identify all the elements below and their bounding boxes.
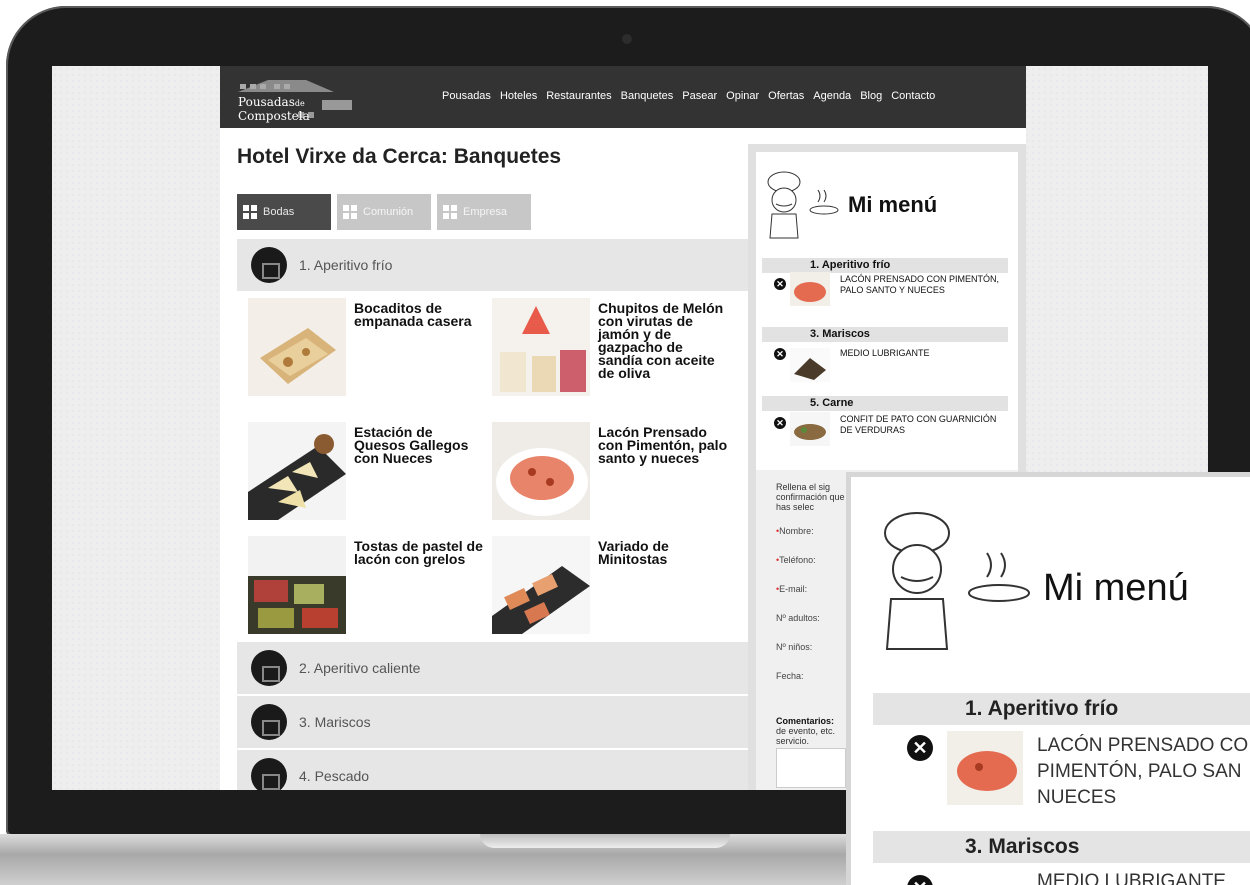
logo-text: Pousadasde Compostela — [238, 95, 310, 123]
page-title: Hotel Virxe da Cerca: Banquetes — [237, 145, 562, 168]
dish-name: Estación de Quesos Gallegos con Nueces — [354, 424, 469, 466]
grid-icon — [343, 205, 357, 219]
dish-name: Bocaditos de empanada casera — [354, 300, 472, 329]
dish-card[interactable]: Bocaditos de empanada casera — [248, 298, 488, 398]
section-mariscos[interactable]: 3. Mariscos — [237, 696, 762, 748]
comments-label: Comentarios: de evento, etc. servicio. — [776, 716, 836, 746]
nav-blog[interactable]: Blog — [860, 90, 882, 102]
section-pescado[interactable]: 4. Pescado — [237, 750, 762, 790]
adults-label: Nº adultos: — [776, 613, 820, 623]
menu-item-photo — [947, 731, 1023, 805]
dish-card[interactable]: Estación de Quesos Gallegos con Nueces — [248, 422, 488, 522]
dish-card[interactable]: Chupitos de Melón con virutas de jamón y… — [492, 298, 732, 398]
dish-photo — [492, 298, 590, 396]
dish-photo — [248, 536, 346, 634]
dish-name: Chupitos de Melón con virutas de jamón y… — [598, 300, 724, 381]
form-intro: Rellena el sig confirmación que has sele… — [776, 482, 845, 512]
tab-empresa[interactable]: Empresa — [437, 194, 531, 230]
zoom-category: 1. Aperitivo frío — [873, 693, 1250, 725]
nav-pasear[interactable]: Pasear — [682, 90, 717, 102]
menu-item-photo — [790, 272, 830, 306]
menu-item-name: CONFIT DE PATO CON GUARNICIÓN DE VERDURA… — [840, 414, 997, 435]
hotel-icon — [251, 758, 287, 790]
phone-label: •Teléfono: — [776, 555, 816, 565]
remove-icon[interactable]: ✕ — [907, 735, 933, 761]
section-aperitivo-frio[interactable]: 1. Aperitivo frío — [237, 239, 762, 291]
tab-bodas[interactable]: Bodas — [237, 194, 331, 230]
grid-icon — [443, 205, 457, 219]
dish-photo — [492, 536, 590, 634]
laptop-notch — [480, 834, 730, 848]
remove-icon[interactable]: ✕ — [774, 278, 786, 290]
zoom-item-name: LACÓN PRENSADO CO PIMENTÓN, PALO SAN NUECE… — [1037, 735, 1249, 808]
camera-icon — [622, 34, 632, 44]
nav-pousadas[interactable]: Pousadas — [442, 90, 491, 102]
menu-category: 1. Aperitivo frío — [762, 258, 1008, 273]
dish-card[interactable]: Tostas de pastel de lacón con grelos — [248, 536, 488, 636]
event-tabs: Bodas Comunión Empresa — [237, 194, 531, 230]
remove-icon[interactable]: ✕ — [774, 417, 786, 429]
dish-name: Lacón Prensado con Pimentón, palo santo … — [598, 424, 728, 466]
zoom-category: 3. Mariscos — [873, 831, 1250, 863]
section-aperitivo-caliente[interactable]: 2. Aperitivo caliente — [237, 642, 762, 694]
menu-item-name: LACÓN PRENSADO CON PIMENTÓN, PALO SANTO … — [840, 274, 1000, 295]
chef-icon — [767, 171, 839, 239]
nav-agenda[interactable]: Agenda — [813, 90, 851, 102]
zoom-title: Mi menú — [1043, 567, 1189, 609]
tab-comunion[interactable]: Comunión — [337, 194, 431, 230]
nav-ofertas[interactable]: Ofertas — [768, 90, 804, 102]
menu-item-name: MEDIO LUBRIGANTE — [840, 348, 930, 358]
grid-icon — [243, 205, 257, 219]
chef-icon — [884, 512, 1030, 650]
date-label: Fecha: — [776, 671, 804, 681]
my-menu-zoom: Mi menú 1. Aperitivo frío ✕ LACÓN PRENSA… — [846, 472, 1250, 885]
nav-hoteles[interactable]: Hoteles — [500, 90, 537, 102]
hotel-icon — [251, 247, 287, 283]
main-nav: Pousadas Hoteles Restaurantes Banquetes … — [442, 90, 935, 102]
site-logo[interactable]: Pousadasde Compostela — [234, 74, 364, 122]
menu-category: 3. Mariscos — [762, 327, 1008, 342]
dish-card[interactable]: Lacón Prensado con Pimentón, palo santo … — [492, 422, 732, 522]
nav-contacto[interactable]: Contacto — [891, 90, 935, 102]
name-label: •Nombre: — [776, 526, 814, 536]
nav-banquetes[interactable]: Banquetes — [621, 90, 674, 102]
dish-photo — [492, 422, 590, 520]
dish-photo — [248, 422, 346, 520]
comments-textarea[interactable] — [776, 748, 846, 788]
menu-category: 5. Carne — [762, 396, 1008, 411]
menu-item-photo — [790, 348, 830, 382]
site-header: Pousadasde Compostela Pousadas Hoteles R… — [220, 66, 1026, 128]
nav-restaurantes[interactable]: Restaurantes — [546, 90, 611, 102]
children-label: Nº niños: — [776, 642, 813, 652]
zoom-item-name: MEDIO LUBRIGANTE — [1037, 871, 1226, 885]
menu-item-photo — [790, 412, 830, 446]
my-menu-title: Mi menú — [848, 192, 938, 217]
dish-photo — [248, 298, 346, 396]
email-label: •E-mail: — [776, 584, 808, 594]
remove-icon[interactable]: ✕ — [774, 348, 786, 360]
nav-opinar[interactable]: Opinar — [726, 90, 759, 102]
remove-icon[interactable]: ✕ — [907, 875, 933, 885]
dish-name: Tostas de pastel de lacón con grelos — [354, 538, 483, 567]
dish-name: Variado de Minitostas — [598, 538, 669, 567]
dish-card[interactable]: Variado de Minitostas — [492, 536, 732, 636]
hotel-icon — [251, 704, 287, 740]
hotel-icon — [251, 650, 287, 686]
